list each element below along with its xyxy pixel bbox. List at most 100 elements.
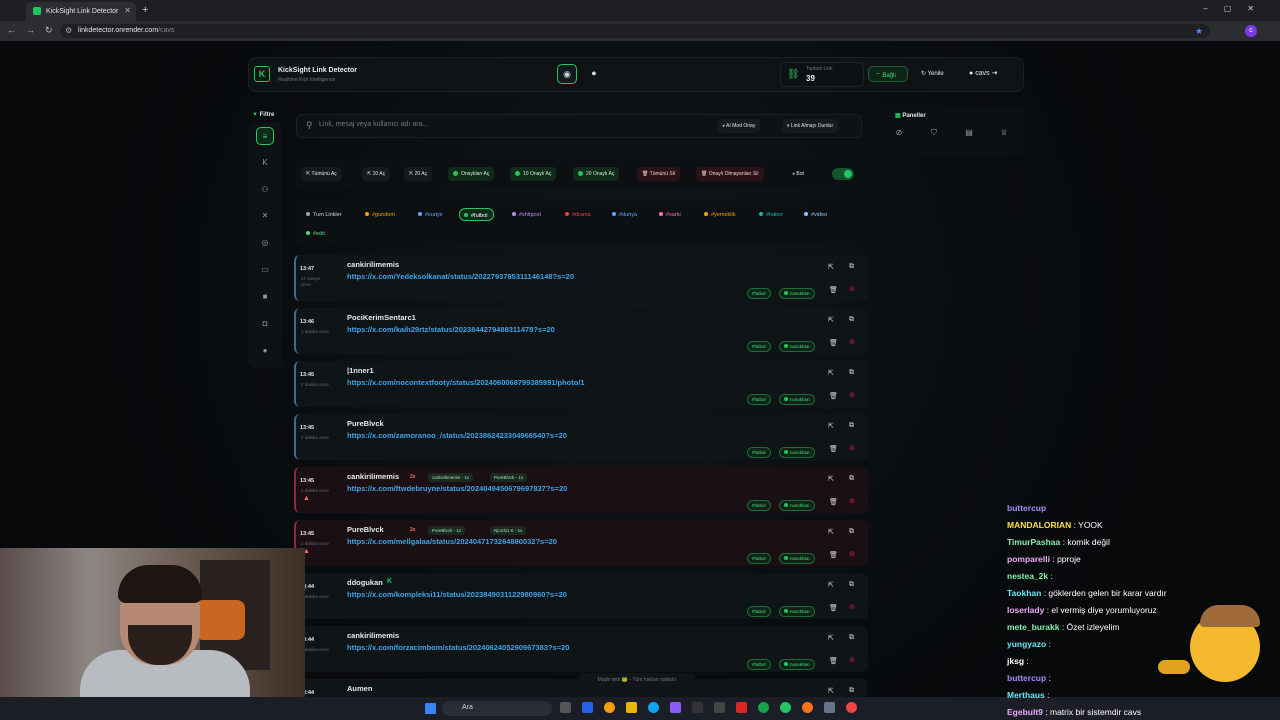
row-username[interactable]: cankirilimemis bbox=[347, 260, 399, 269]
video-icon[interactable]: ■ bbox=[256, 288, 274, 306]
copy-icon[interactable]: ⧉ bbox=[849, 316, 854, 324]
instagram-icon[interactable]: ◎ bbox=[256, 234, 274, 252]
close-tab-icon[interactable]: ✕ bbox=[124, 6, 131, 15]
tag-video[interactable]: #video bbox=[800, 208, 832, 221]
row-link[interactable]: https://x.com/ftwdebruyne/status/2024049… bbox=[347, 484, 567, 493]
new-tab-icon[interactable]: + bbox=[142, 4, 148, 16]
tag-sarki[interactable]: #sarki bbox=[655, 208, 686, 221]
copy-icon[interactable]: ⧉ bbox=[849, 369, 854, 377]
site-info-icon[interactable]: ⚙ bbox=[65, 26, 72, 35]
delete-unapproved-button[interactable]: 🗑 Onaylı Olmayanları Sil bbox=[696, 167, 764, 181]
edge-icon[interactable] bbox=[648, 702, 659, 713]
open-approved-button[interactable]: Onaylıları Aç bbox=[448, 167, 495, 181]
open-all-button[interactable]: ⇱ Tümünü Aç bbox=[301, 167, 342, 181]
camera-icon[interactable]: ◘ bbox=[256, 315, 274, 333]
open-link-icon[interactable]: ⇱ bbox=[828, 422, 834, 430]
row-link[interactable]: https://x.com/kaih29rtz/status/202384427… bbox=[347, 325, 555, 334]
explorer-icon[interactable] bbox=[626, 702, 637, 713]
row-username[interactable]: cankirilimemis bbox=[347, 631, 399, 640]
app-icon-5[interactable] bbox=[736, 702, 747, 713]
copy-icon[interactable]: ⧉ bbox=[849, 475, 854, 483]
open-link-icon[interactable]: ⇱ bbox=[828, 369, 834, 377]
app-icon-3[interactable] bbox=[692, 702, 703, 713]
open-link-icon[interactable]: ⇱ bbox=[828, 581, 834, 589]
row-username[interactable]: PociKerimSentarc1 bbox=[347, 313, 416, 322]
row-username[interactable]: PureBlvck bbox=[347, 525, 384, 534]
row-tag[interactable]: #futbol bbox=[747, 606, 771, 617]
tag-edit[interactable]: #edit bbox=[302, 227, 330, 240]
delete-icon[interactable]: 🗑 bbox=[829, 657, 838, 665]
refresh-button[interactable]: ↻ Yenile bbox=[917, 66, 957, 82]
app-icon-1[interactable] bbox=[582, 702, 593, 713]
ban-icon[interactable]: ⊘ bbox=[849, 656, 855, 664]
delete-icon[interactable]: 🗑 bbox=[829, 392, 838, 400]
open-20-button[interactable]: ⇱ 20 Aç bbox=[404, 167, 433, 181]
copy-icon[interactable]: ⧉ bbox=[849, 687, 854, 695]
row-tag[interactable]: #futbol bbox=[747, 659, 771, 670]
nav-buttons[interactable]: ←→↻ bbox=[7, 25, 63, 36]
shield-panel-icon[interactable]: ⛉ bbox=[925, 128, 943, 142]
tag-haber[interactable]: #haber bbox=[755, 208, 788, 221]
open-10-approved-button[interactable]: 10 Onaylı Aç bbox=[510, 167, 557, 181]
bot-icon[interactable]: ● bbox=[584, 64, 604, 84]
copy-icon[interactable]: ⧉ bbox=[849, 263, 854, 271]
tag-suriye[interactable]: #suriye bbox=[414, 208, 448, 221]
delete-icon[interactable]: 🗑 bbox=[829, 286, 838, 294]
row-username[interactable]: |1nner1 bbox=[347, 366, 374, 375]
row-tag[interactable]: #futbol bbox=[747, 447, 771, 458]
trophy-panel-icon[interactable]: ♕ bbox=[995, 128, 1013, 142]
row-username[interactable]: Aumen bbox=[347, 684, 372, 693]
users-icon[interactable]: ⚇ bbox=[256, 181, 274, 199]
taskview-icon[interactable] bbox=[560, 702, 571, 713]
open-10-button[interactable]: ⇱ 10 Aç bbox=[362, 167, 391, 181]
delete-icon[interactable]: 🗑 bbox=[829, 445, 838, 453]
ban-icon[interactable]: ⊘ bbox=[849, 338, 855, 346]
row-link[interactable]: https://x.com/kompleksi11/status/2023849… bbox=[347, 590, 567, 599]
row-tag[interactable]: #futbol bbox=[747, 500, 771, 511]
tag-shitpost[interactable]: #shitpost bbox=[508, 208, 546, 221]
copy-icon[interactable]: ⧉ bbox=[849, 634, 854, 642]
tag-yemeklik[interactable]: #yemeklik bbox=[700, 208, 740, 221]
row-link[interactable]: https://x.com/Yedeksolkanat/status/20227… bbox=[347, 272, 574, 281]
globe-icon[interactable]: ◉ bbox=[557, 64, 577, 84]
app-icon-8[interactable] bbox=[824, 702, 835, 713]
delete-icon[interactable]: 🗑 bbox=[829, 604, 838, 612]
windows-start-icon[interactable] bbox=[425, 703, 436, 714]
tag-gundem[interactable]: #gundem bbox=[361, 208, 400, 221]
row-tag[interactable]: #futbol bbox=[747, 553, 771, 564]
ai-mod-button[interactable]: ◕ AI Mod Onay bbox=[717, 119, 761, 133]
profile-avatar[interactable]: c bbox=[1245, 25, 1257, 37]
row-link[interactable]: https://x.com/nocontextfooty/status/2024… bbox=[347, 378, 585, 387]
copy-icon[interactable]: ⧉ bbox=[849, 581, 854, 589]
tag-dunya[interactable]: #dunya bbox=[608, 208, 642, 221]
open-20-approved-button[interactable]: 20 Onaylı Aç bbox=[573, 167, 620, 181]
globe-filter-icon[interactable]: ● bbox=[256, 342, 274, 360]
row-link[interactable]: https://x.com/forzacimbom/status/2024062… bbox=[347, 643, 569, 652]
delete-icon[interactable]: 🗑 bbox=[829, 339, 838, 347]
row-link[interactable]: https://x.com/mellgalaa/status/202404717… bbox=[347, 537, 557, 546]
spotify-icon[interactable] bbox=[780, 702, 791, 713]
row-tag[interactable]: #futbol bbox=[747, 288, 771, 299]
filter-all-icon[interactable]: ≡ bbox=[256, 127, 274, 145]
url-field[interactable]: ⚙ linkdetector.onrender.com/cavs bbox=[60, 24, 1210, 38]
taskbar-search[interactable]: Ara bbox=[442, 701, 552, 716]
tag-all[interactable]: Tum Linkler bbox=[302, 208, 347, 221]
copy-icon[interactable]: ⧉ bbox=[849, 528, 854, 536]
ban-icon[interactable]: ⊘ bbox=[849, 603, 855, 611]
ban-icon[interactable]: ⊘ bbox=[849, 391, 855, 399]
row-username[interactable]: cankirilimemis bbox=[347, 472, 399, 481]
browser-tab[interactable]: KickSight Link Detector ✕ bbox=[26, 2, 136, 21]
open-link-icon[interactable]: ⇱ bbox=[828, 528, 834, 536]
tag-futbol[interactable]: #futbol bbox=[459, 208, 494, 221]
delete-icon[interactable]: 🗑 bbox=[829, 551, 838, 559]
row-username[interactable]: ddogukan bbox=[347, 578, 383, 587]
bot-toggle[interactable] bbox=[832, 168, 854, 180]
ban-icon[interactable]: ⊘ bbox=[849, 285, 855, 293]
search-input[interactable]: Link, mesaj veya kullanıcı adı ara... bbox=[319, 121, 428, 128]
app-icon-9[interactable] bbox=[846, 702, 857, 713]
row-username[interactable]: PureBlvck bbox=[347, 419, 384, 428]
row-link[interactable]: https://x.com/zamoranoo_/status/20238624… bbox=[347, 431, 567, 440]
chrome-icon[interactable] bbox=[604, 702, 615, 713]
window-controls[interactable]: –▢✕ bbox=[1203, 4, 1270, 13]
delete-icon[interactable]: 🗑 bbox=[829, 498, 838, 506]
